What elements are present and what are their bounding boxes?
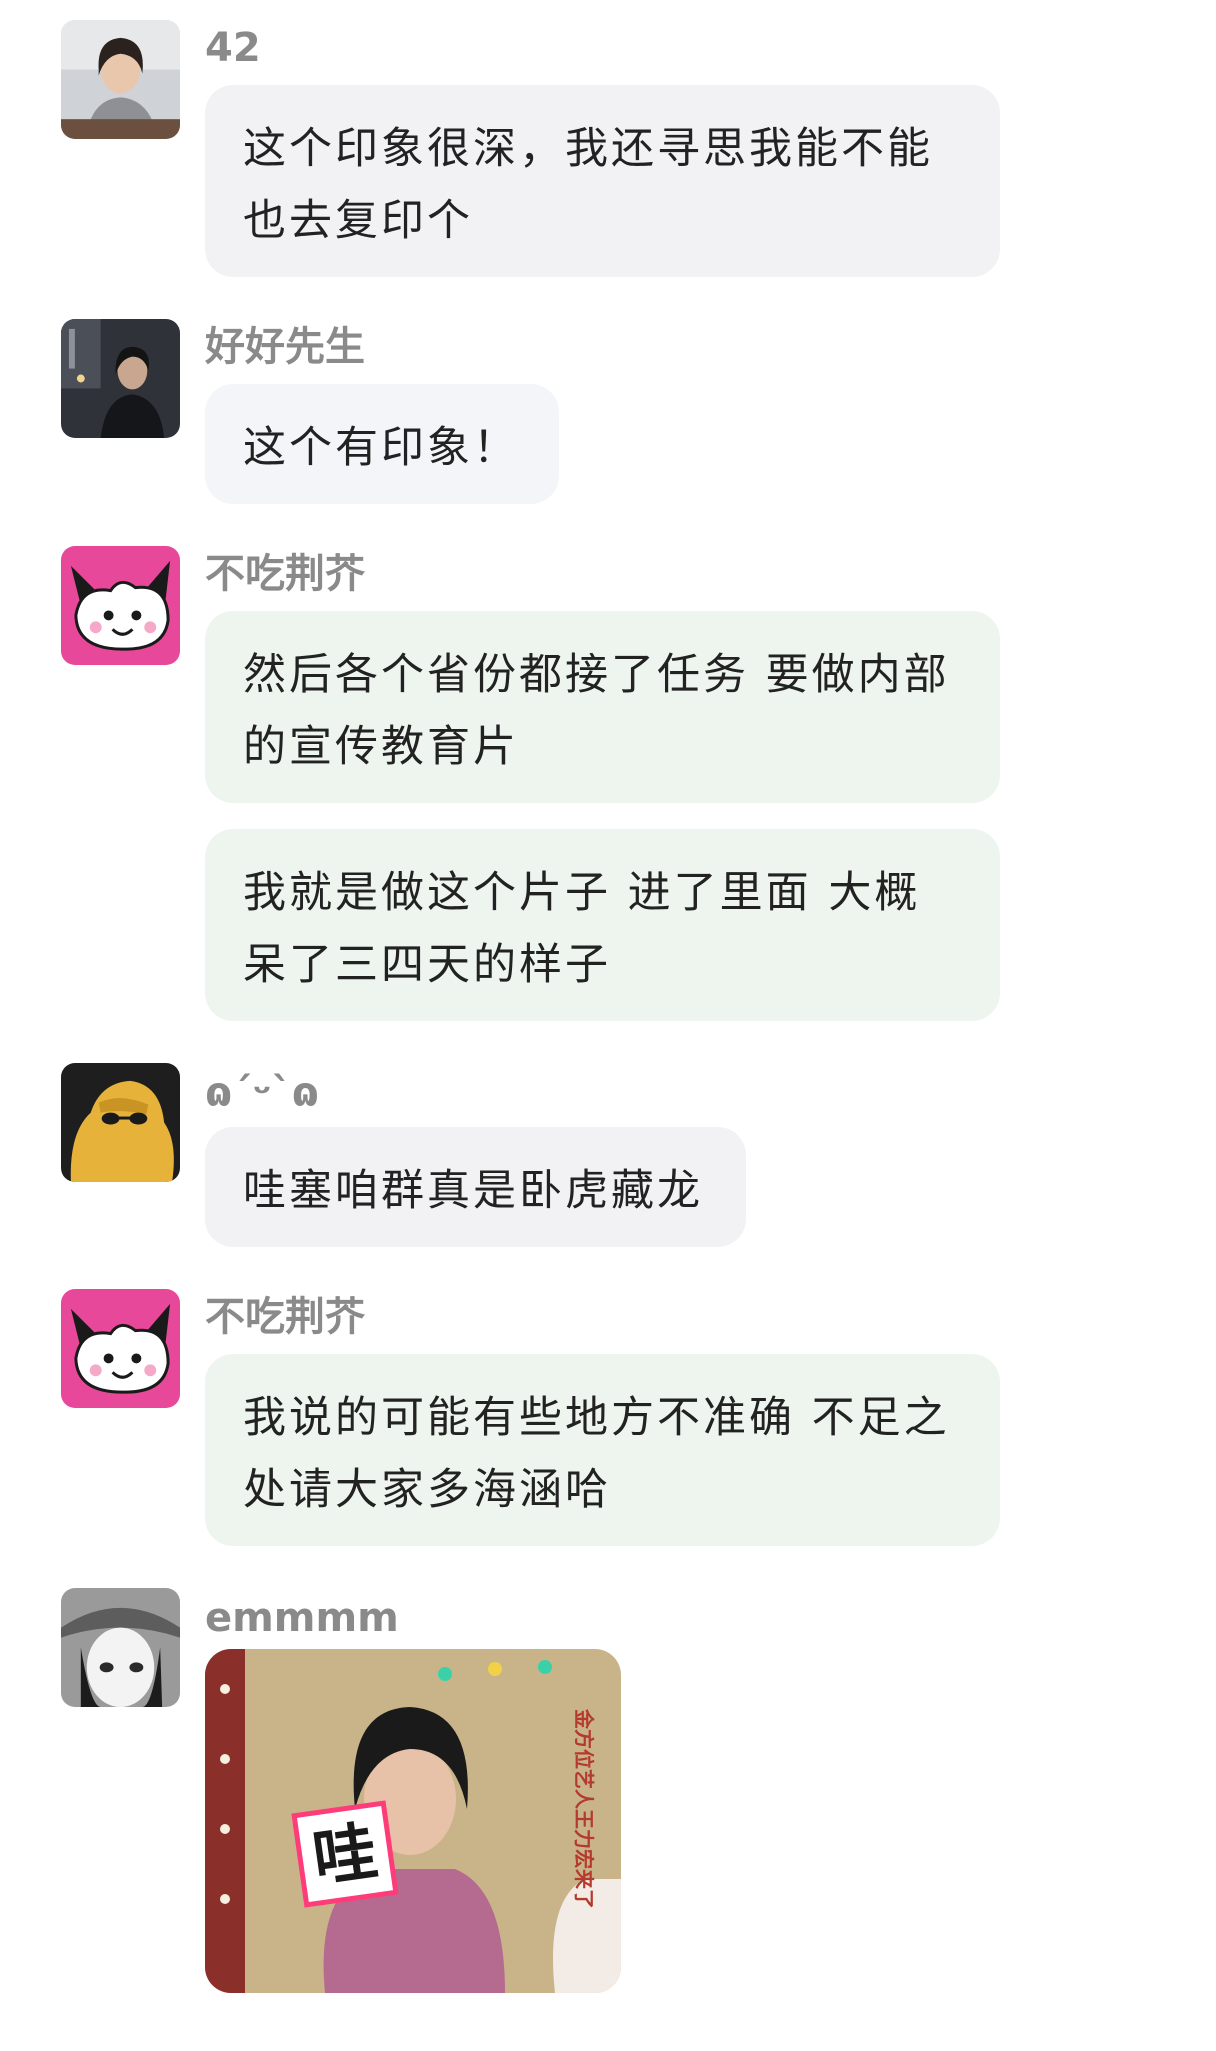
sticker-caption: 哇 (308, 1815, 382, 1897)
sender-name: ɷˊᵕˋɷ (205, 1070, 320, 1116)
message-bubble[interactable]: 然后各个省份都接了任务 要做内部的宣传教育片 (205, 611, 1000, 803)
message-bubble[interactable]: 这个印象很深，我还寻思我能不能也去复印个 (205, 85, 1000, 277)
message-bubble[interactable]: 我就是做这个片子 进了里面 大概呆了三四天的样子 (205, 829, 1000, 1021)
woman-portrait-avatar[interactable] (61, 20, 180, 139)
cartoon-cat-avatar[interactable] (61, 546, 180, 665)
sender-name: 42 (205, 25, 261, 71)
sender-name: 不吃荆芥 (205, 1294, 365, 1340)
cartoon-cat-avatar[interactable] (61, 1289, 180, 1408)
tv-show-reaction-sticker[interactable]: 哇 金方位艺人王力宏来了 (205, 1649, 621, 1993)
sender-name: 好好先生 (205, 324, 365, 370)
sticker-side-text: 金方位艺人王力宏来了 (572, 1708, 596, 1909)
sender-name: 不吃荆芥 (205, 551, 365, 597)
message-bubble[interactable]: 哇塞咱群真是卧虎藏龙 (205, 1127, 746, 1247)
message-bubble[interactable]: 我说的可能有些地方不准确 不足之处请大家多海涵哈 (205, 1354, 1000, 1546)
man-night-street-avatar[interactable] (61, 319, 180, 438)
girl-bucket-hat-avatar[interactable] (61, 1588, 180, 1707)
chat-history[interactable]: 42 这个印象很深，我还寻思我能不能也去复印个 好好先生 这个有印象！ 不吃荆芥 (0, 0, 1216, 2051)
message-bubble[interactable]: 这个有印象！ (205, 384, 559, 504)
yellow-sweater-avatar[interactable] (61, 1063, 180, 1182)
sender-name: emmmm (205, 1595, 399, 1641)
